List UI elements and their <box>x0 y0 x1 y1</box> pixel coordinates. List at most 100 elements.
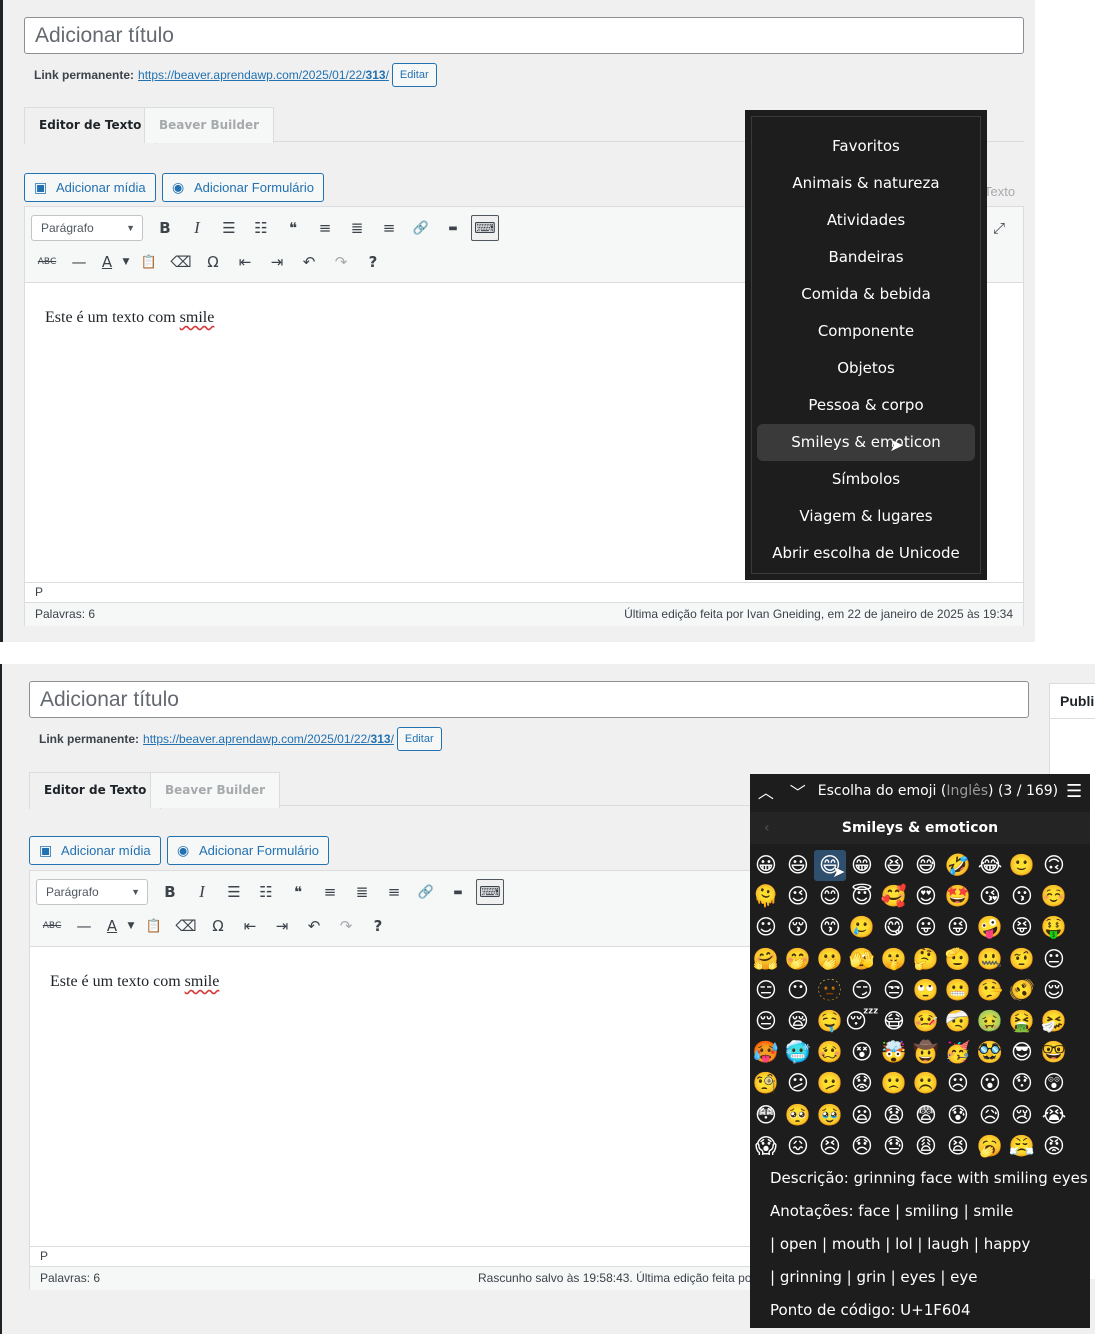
emoji-cell[interactable]: 😵 <box>846 1037 878 1068</box>
emoji-cell[interactable]: 🥱 <box>974 1131 1006 1162</box>
link-icon[interactable]: 🔗 <box>405 213 437 243</box>
indent-icon[interactable]: ⇥ <box>261 247 293 277</box>
horizontal-line-icon[interactable]: — <box>68 911 100 941</box>
italic-icon[interactable]: I <box>181 213 213 243</box>
emoji-menu-item[interactable]: Bandeiras <box>757 239 975 276</box>
redo-icon[interactable]: ↷ <box>330 911 362 941</box>
chevron-down-icon[interactable]: ﹀ <box>782 779 814 803</box>
text-color-caret-icon[interactable]: ▼ <box>124 911 138 941</box>
emoji-cell[interactable]: 🤣 <box>942 850 974 881</box>
emoji-cell[interactable]: 😗 <box>1006 881 1038 912</box>
emoji-cell[interactable]: 🤠 <box>910 1037 942 1068</box>
emoji-cell[interactable]: 😳 <box>750 1100 782 1131</box>
emoji-cell[interactable]: 🙁 <box>878 1068 910 1099</box>
format-select[interactable]: Parágrafo ▼ <box>31 215 143 241</box>
emoji-cell[interactable]: 😕 <box>782 1068 814 1099</box>
emoji-cell[interactable]: 🙂 <box>1006 850 1038 881</box>
emoji-cell[interactable]: 😴 <box>845 1006 879 1037</box>
clear-formatting-icon[interactable]: ⌫ <box>170 911 202 941</box>
bullet-list-icon[interactable]: ☰ <box>213 213 245 243</box>
emoji-cell[interactable]: 🤒 <box>910 1006 942 1037</box>
emoji-cell[interactable]: 😰 <box>942 1100 974 1131</box>
fullscreen-icon[interactable]: ⤢ <box>983 213 1015 243</box>
emoji-cell[interactable]: 🥹 <box>814 1100 846 1131</box>
special-character-icon[interactable]: Ω <box>202 911 234 941</box>
emoji-cell[interactable]: 😭 <box>1038 1100 1070 1131</box>
emoji-cell[interactable]: 🤕 <box>942 1006 974 1037</box>
emoji-cell[interactable]: 😷 <box>878 1006 910 1037</box>
align-left-icon[interactable]: ≡ <box>309 213 341 243</box>
add-form-button[interactable]: ◉ Adicionar Formulário <box>167 836 329 865</box>
tab-beaver-builder[interactable]: Beaver Builder <box>150 772 281 808</box>
emoji-menu-item[interactable]: Favoritos <box>757 128 975 165</box>
indent-icon[interactable]: ⇥ <box>266 911 298 941</box>
emoji-cell[interactable]: 😶 <box>782 975 814 1006</box>
emoji-cell[interactable]: 🥺 <box>782 1100 814 1131</box>
emoji-cell[interactable]: 😢 <box>1006 1100 1038 1131</box>
emoji-cell[interactable]: 😇 <box>846 881 878 912</box>
add-media-button[interactable]: ▣ Adicionar mídia <box>24 173 156 202</box>
emoji-menu-item[interactable]: Smileys & emoticon <box>757 424 975 461</box>
emoji-cell[interactable]: 🙄 <box>910 975 942 1006</box>
permalink-link[interactable]: https://beaver.aprendawp.com/2025/01/22/… <box>138 68 389 82</box>
align-right-icon[interactable]: ≡ <box>373 213 405 243</box>
tab-text-mode[interactable]: Texto <box>984 184 1015 199</box>
emoji-cell[interactable]: 😧 <box>878 1100 910 1131</box>
emoji-cell[interactable]: 😉 <box>782 881 814 912</box>
align-right-icon[interactable]: ≡ <box>378 877 410 907</box>
link-icon[interactable]: 🔗 <box>410 877 442 907</box>
title-input[interactable]: Adicionar título <box>29 681 1029 718</box>
tab-text-editor[interactable]: Editor de Texto <box>29 772 162 809</box>
redo-icon[interactable]: ↷ <box>325 247 357 277</box>
emoji-cell[interactable]: 😂 <box>974 850 1006 881</box>
emoji-cell[interactable]: 🙃 <box>1038 850 1070 881</box>
bullet-list-icon[interactable]: ☰ <box>218 877 250 907</box>
emoji-menu-item[interactable]: Abrir escolha de Unicode <box>757 535 975 572</box>
title-input[interactable]: Adicionar título <box>24 17 1024 54</box>
emoji-cell[interactable]: 😟 <box>846 1068 878 1099</box>
emoji-cell[interactable]: 😨 <box>910 1100 942 1131</box>
paste-text-icon[interactable]: 📋 <box>133 247 165 277</box>
align-left-icon[interactable]: ≡ <box>314 877 346 907</box>
text-color-caret-icon[interactable]: ▼ <box>119 247 133 277</box>
emoji-cell[interactable]: 🤭 <box>782 944 814 975</box>
emoji-menu-item[interactable]: Símbolos <box>757 461 975 498</box>
emoji-cell[interactable]: 😤 <box>1006 1131 1038 1162</box>
bold-icon[interactable]: B <box>149 213 181 243</box>
emoji-cell[interactable]: 😔 <box>750 1006 782 1037</box>
emoji-cell[interactable]: 😝 <box>1006 912 1038 943</box>
special-character-icon[interactable]: Ω <box>197 247 229 277</box>
editor-content[interactable]: Este é um texto com smile <box>45 309 214 327</box>
add-media-button[interactable]: ▣ Adicionar mídia <box>29 836 161 865</box>
emoji-cell[interactable]: 😮 <box>974 1068 1006 1099</box>
emoji-cell[interactable]: 🤢 <box>974 1006 1006 1037</box>
permalink-link[interactable]: https://beaver.aprendawp.com/2025/01/22/… <box>143 732 394 746</box>
emoji-cell[interactable]: 😑 <box>750 975 782 1006</box>
emoji-menu-item[interactable]: Objetos <box>757 350 975 387</box>
edit-permalink-button[interactable]: Editar <box>396 727 442 751</box>
numbered-list-icon[interactable]: ☷ <box>250 877 282 907</box>
emoji-cell[interactable]: ☹ <box>942 1068 974 1099</box>
emoji-cell[interactable]: 😡 <box>1038 1131 1070 1162</box>
emoji-cell[interactable]: 😐 <box>1038 944 1070 975</box>
emoji-cell[interactable]: 😬 <box>942 975 974 1006</box>
italic-icon[interactable]: I <box>186 877 218 907</box>
blockquote-icon[interactable]: ❝ <box>277 213 309 243</box>
emoji-cell[interactable]: 😛 <box>910 912 942 943</box>
chevron-up-icon[interactable]: ︿ <box>750 779 782 803</box>
emoji-cell[interactable]: 😣 <box>814 1131 846 1162</box>
emoji-cell[interactable]: 😎 <box>1006 1037 1038 1068</box>
emoji-cell[interactable]: 🤧 <box>1038 1006 1070 1037</box>
emoji-cell[interactable]: 🥳 <box>942 1037 974 1068</box>
tab-beaver-builder[interactable]: Beaver Builder <box>144 107 275 143</box>
emoji-cell[interactable]: 🫨 <box>1006 975 1038 1006</box>
blockquote-icon[interactable]: ❝ <box>282 877 314 907</box>
emoji-cell[interactable]: 😥 <box>974 1100 1006 1131</box>
emoji-cell[interactable]: 😫 <box>942 1131 974 1162</box>
emoji-cell[interactable]: 😪 <box>782 1006 814 1037</box>
undo-icon[interactable]: ↶ <box>293 247 325 277</box>
emoji-cell[interactable]: 🤮 <box>1006 1006 1038 1037</box>
emoji-cell[interactable]: 😃 <box>782 850 814 881</box>
emoji-cell[interactable]: 😞 <box>846 1131 878 1162</box>
emoji-cell[interactable]: 🤯 <box>878 1037 910 1068</box>
